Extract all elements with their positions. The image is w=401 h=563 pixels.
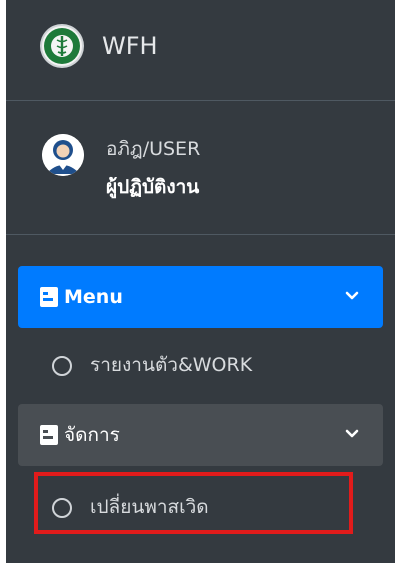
address-card-icon bbox=[40, 287, 58, 307]
nav-item-label: รายงานตัว&WORK bbox=[90, 354, 253, 376]
nav-manage-toggle[interactable]: จัดการ bbox=[18, 404, 383, 466]
moph-logo-icon bbox=[42, 26, 82, 66]
user-role: ผู้ปฏิบัติงาน bbox=[106, 176, 200, 198]
brand-link[interactable]: WFH bbox=[6, 0, 395, 101]
nav-item-report-work[interactable]: รายงานตัว&WORK bbox=[28, 340, 368, 394]
nav-manage-label: จัดการ bbox=[64, 424, 120, 446]
chevron-down-icon bbox=[345, 291, 359, 300]
highlight-annotation bbox=[34, 472, 353, 534]
circle-icon bbox=[52, 356, 72, 376]
brand-title: WFH bbox=[102, 32, 158, 60]
chevron-down-icon bbox=[345, 429, 359, 438]
user-avatar-icon bbox=[42, 134, 84, 176]
sidebar: WFH อภิฎ/USER ผู้ปฏิบัติงาน Menu รายงานต… bbox=[6, 0, 395, 563]
nav-menu-label: Menu bbox=[64, 286, 123, 308]
address-card-icon bbox=[40, 425, 58, 445]
nav-menu-toggle[interactable]: Menu bbox=[18, 266, 383, 328]
user-name[interactable]: อภิฎ/USER bbox=[106, 136, 200, 162]
user-panel: อภิฎ/USER ผู้ปฏิบัติงาน bbox=[6, 100, 395, 235]
